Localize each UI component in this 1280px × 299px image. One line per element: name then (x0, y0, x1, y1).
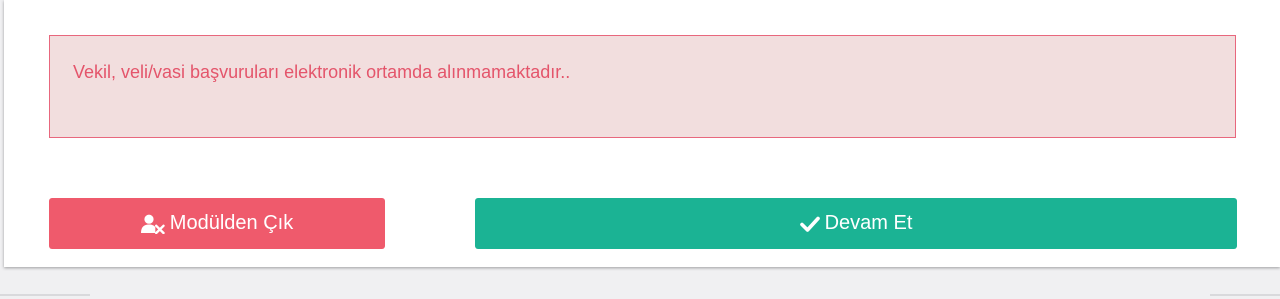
footer-divider-right (1210, 294, 1280, 296)
footer-divider-left (0, 294, 90, 296)
exit-module-label: Modülden Çık (169, 212, 294, 234)
check-icon (799, 215, 820, 233)
user-times-icon (140, 214, 165, 234)
info-alert: Vekil, veli/vasi başvuruları elektronik … (49, 35, 1236, 138)
continue-label: Devam Et (824, 212, 913, 234)
content-panel: Vekil, veli/vasi başvuruları elektronik … (4, 0, 1280, 267)
exit-module-button[interactable]: Modülden Çık (49, 198, 385, 249)
continue-button[interactable]: Devam Et (475, 198, 1237, 249)
alert-message: Vekil, veli/vasi başvuruları elektronik … (73, 62, 571, 82)
